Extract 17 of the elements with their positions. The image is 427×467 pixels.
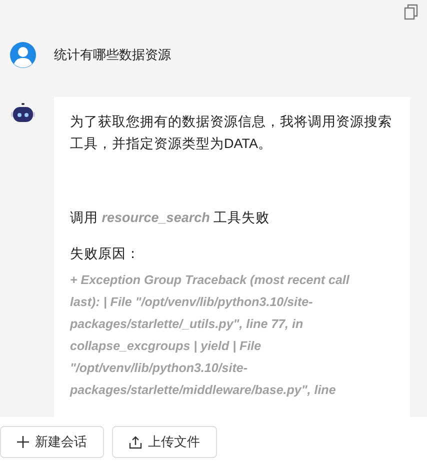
plus-icon	[17, 436, 29, 448]
traceback-line: collapse_excgroups | yield | File	[70, 338, 262, 355]
failure-reason-label: 失败原因：	[70, 245, 141, 263]
user-message: 统计有哪些数据资源	[54, 46, 171, 64]
traceback-line: packages/starlette/_utils.py", line 77, in	[70, 316, 304, 333]
traceback-line: last): | File "/opt/venv/lib/python3.10/site-	[70, 294, 314, 311]
new-chat-button[interactable]: 新建会话	[0, 426, 104, 458]
traceback-line: "/opt/venv/lib/python3.10/site-	[70, 360, 248, 377]
assistant-message: 为了获取您拥有的数据资源信息，我将调用资源搜索工具，并指定资源类型为DATA。	[70, 113, 393, 153]
upload-file-button[interactable]: 上传文件	[112, 426, 217, 458]
traceback-line: + Exception Group Traceback (most recent call	[70, 272, 350, 289]
traceback-line: packages/starlette/middleware/base.py", line	[70, 382, 337, 399]
user-avatar-icon	[10, 42, 36, 68]
tool-call-status: 调用 resource_search 工具失败	[70, 209, 271, 227]
robot-avatar-icon	[10, 102, 36, 124]
upload-icon	[129, 436, 142, 448]
copy-icon[interactable]	[404, 4, 418, 20]
